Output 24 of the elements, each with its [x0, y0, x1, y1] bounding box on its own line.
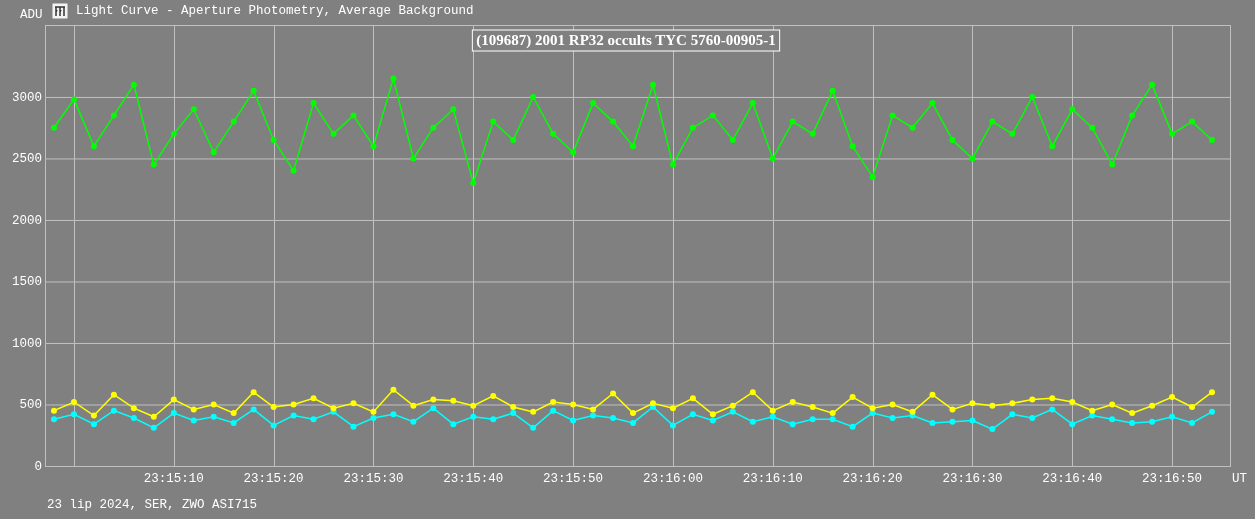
tick-label: 23:15:10 [143, 472, 204, 486]
tick-label: 23:16:00 [642, 472, 703, 486]
tick-label: 23:16:20 [842, 472, 903, 486]
footer-text: 23 lip 2024, SER, ZWO ASI715 [46, 497, 259, 514]
axis-label: ADU [20, 6, 44, 24]
tick-label: 23:16:30 [942, 472, 1003, 486]
tick-label: 1500 [12, 275, 42, 290]
tick-label: 2500 [12, 152, 42, 167]
tick-label: 1000 [12, 337, 42, 351]
tick-label: 23:15:40 [443, 472, 504, 486]
tick-label: 23:16:40 [1042, 472, 1103, 486]
tick-label: 500 [19, 398, 42, 413]
axis-label: UT [1232, 472, 1247, 486]
tick-label: 23:16:50 [1142, 472, 1203, 486]
tick-label: 0 [34, 460, 42, 474]
tick-label: 2000 [12, 213, 42, 228]
chart-title: (109687) 2001 RP32 occults TYC 5760-00905-1 [476, 32, 776, 49]
tick-label: 23:15:20 [243, 472, 304, 486]
chart-title: (109687) 2001 RP32 occults TYC 5760-00905-1 [471, 29, 781, 52]
window-title: Light Curve - Aperture Photometry, Average Background [76, 2, 474, 20]
tick-label: 23:16:10 [742, 472, 803, 486]
tick-label: 23:15:50 [543, 472, 604, 486]
tick-label: 23:15:30 [343, 472, 404, 486]
tick-label: 3000 [12, 90, 42, 105]
